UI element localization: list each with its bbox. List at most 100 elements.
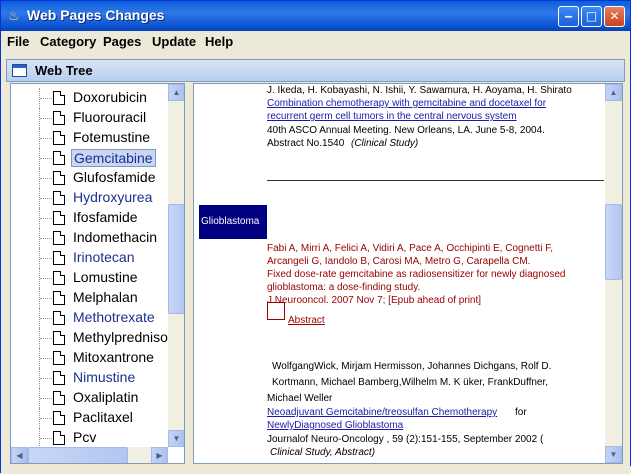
tree-scroll-thumb[interactable] [168,204,184,314]
tree-item-label: Mitoxantrone [73,349,154,365]
entry3-study-type: Clinical Study, Abstract) [270,447,376,458]
menu-file[interactable]: File [7,34,29,49]
tree-item[interactable]: Mitoxantrone [11,348,173,368]
tree-item[interactable]: Irinotecan [11,248,173,268]
main-window: ♨ Web Pages Changes ‒ □ ✕ File Category … [0,0,631,474]
tree-horizontal-scrollbar[interactable]: ◀ ▶ [11,447,168,463]
entry3-title-link-cont[interactable]: NewlyDiagnosed Glioblastoma [267,419,403,432]
tree-item-label: Irinotecan [73,249,135,265]
tree-connector [39,168,53,188]
tree-item[interactable]: Nimustine [11,368,173,388]
web-tree-header: Web Tree [6,59,625,82]
menu-bar: File Category Pages Update Help [1,31,630,53]
java-cup-icon: ♨ [8,8,20,23]
tree-pane[interactable]: Doxorubicin Fluorouracil Fotemustine Gemcit… [10,83,185,464]
scroll-up-icon[interactable]: ▲ [168,84,184,101]
minimize-button[interactable]: ‒ [558,6,579,27]
entry3-authors-cont: Kortmann, Michael Bamberg,Wilhelm M. K ü… [272,377,549,388]
menu-help[interactable]: Help [205,34,233,49]
content-scroll-up-icon[interactable]: ▲ [605,84,622,101]
entry2-title-cont: glioblastoma: a dose-finding study. [267,282,421,293]
tree-item-label: Ifosfamide [73,209,138,225]
tree-vertical-scrollbar[interactable]: ▲ ▼ [168,84,184,447]
entry1-title-link[interactable]: Combination chemotherapy with gemcitabin… [267,97,546,110]
tree-item-label: Methotrexate [73,309,155,325]
document-icon [53,211,65,225]
tree-connector [39,428,53,448]
document-icon [53,171,65,185]
document-icon [53,371,65,385]
document-icon [53,231,65,245]
window-icon [12,64,27,77]
content-vertical-scrollbar[interactable]: ▲ ▼ [605,84,622,463]
broken-image-icon [267,302,285,320]
document-icon [53,291,65,305]
tree-item[interactable]: Hydroxyurea [11,188,173,208]
entry2-title: Fixed dose-rate gemcitabine as radiosens… [267,269,566,280]
tree-item[interactable]: Ifosfamide [11,208,173,228]
content-scroll-down-icon[interactable]: ▼ [605,446,622,463]
document-icon [53,331,65,345]
entry3-authors: WolfgangWick, Mirjam Hermisson, Johannes… [272,361,552,372]
tree-hscroll-thumb[interactable] [28,447,128,463]
tree-connector [39,188,53,208]
maximize-button[interactable]: □ [581,6,602,27]
tree-item[interactable]: Lomustine [11,268,173,288]
tree-item[interactable]: Methylpredniso [11,328,173,348]
document-icon [53,251,65,265]
tree-connector [39,128,53,148]
tree-item[interactable]: Glufosfamide [11,168,173,188]
document-icon [53,111,65,125]
tree-item[interactable]: Fluorouracil [11,108,173,128]
document-icon [53,391,65,405]
menu-category[interactable]: Category [40,34,96,49]
tree-item[interactable]: Gemcitabine [11,148,173,168]
tree-item-label: Hydroxyurea [73,189,153,205]
scroll-down-icon[interactable]: ▼ [168,430,184,447]
tree-item-label: Fluorouracil [73,109,147,125]
tree-item[interactable]: Pcv [11,428,173,448]
tree-connector [39,388,53,408]
tree-item-label: Methylpredniso [73,329,168,345]
entry3-authors-last: Michael Weller [267,393,333,404]
content-pane[interactable]: J. Ikeda, H. Kobayashi, N. Ishii, Y. Saw… [193,83,623,464]
menu-update[interactable]: Update [152,34,196,49]
tree-item[interactable]: Paclitaxel [11,408,173,428]
tree-connector [39,408,53,428]
tree-connector [39,328,53,348]
tree-item[interactable]: Fotemustine [11,128,173,148]
content-scroll-thumb[interactable] [605,204,622,280]
close-button[interactable]: ✕ [604,6,625,27]
menu-pages[interactable]: Pages [103,34,141,49]
scroll-right-icon[interactable]: ▶ [151,447,168,463]
abstract-link[interactable]: Abstract [288,314,325,327]
tree-item-label: Oxaliplatin [73,389,139,405]
category-label: Glioblastoma [199,205,267,239]
document-icon [53,271,65,285]
tree-connector [39,368,53,388]
tree-item-label: Nimustine [73,369,136,385]
tree-item[interactable]: Melphalan [11,288,173,308]
document-icon [53,151,65,165]
tree-item-label: Melphalan [73,289,138,305]
entry3-title-suffix: for [515,407,527,418]
separator-line [267,180,604,181]
tree-connector [39,108,53,128]
tree-connector [39,348,53,368]
entry1-title-link-cont[interactable]: recurrent germ cell tumors in the centra… [267,110,517,123]
tree-item[interactable]: Doxorubicin [11,88,173,108]
tree-item-label: Doxorubicin [73,89,147,105]
tree-item[interactable]: Indomethacin [11,228,173,248]
entry1-abstract-no: Abstract No.1540 [267,138,345,149]
tree-connector [39,308,53,328]
entry2-authors-cont: Arcangeli G, Iandolo B, Carosi MA, Metro… [267,256,531,267]
tree-item[interactable]: Methotrexate [11,308,173,328]
window-title: Web Pages Changes [27,7,165,23]
tree-item[interactable]: Oxaliplatin [11,388,173,408]
title-bar[interactable]: ♨ Web Pages Changes ‒ □ ✕ [1,1,630,31]
entry3-title-link[interactable]: Neoadjuvant Gemcitabine/treosulfan Chemo… [267,406,497,419]
document-icon [53,311,65,325]
scroll-left-icon[interactable]: ◀ [11,447,28,463]
tree-connector [39,148,53,168]
document-icon [53,131,65,145]
